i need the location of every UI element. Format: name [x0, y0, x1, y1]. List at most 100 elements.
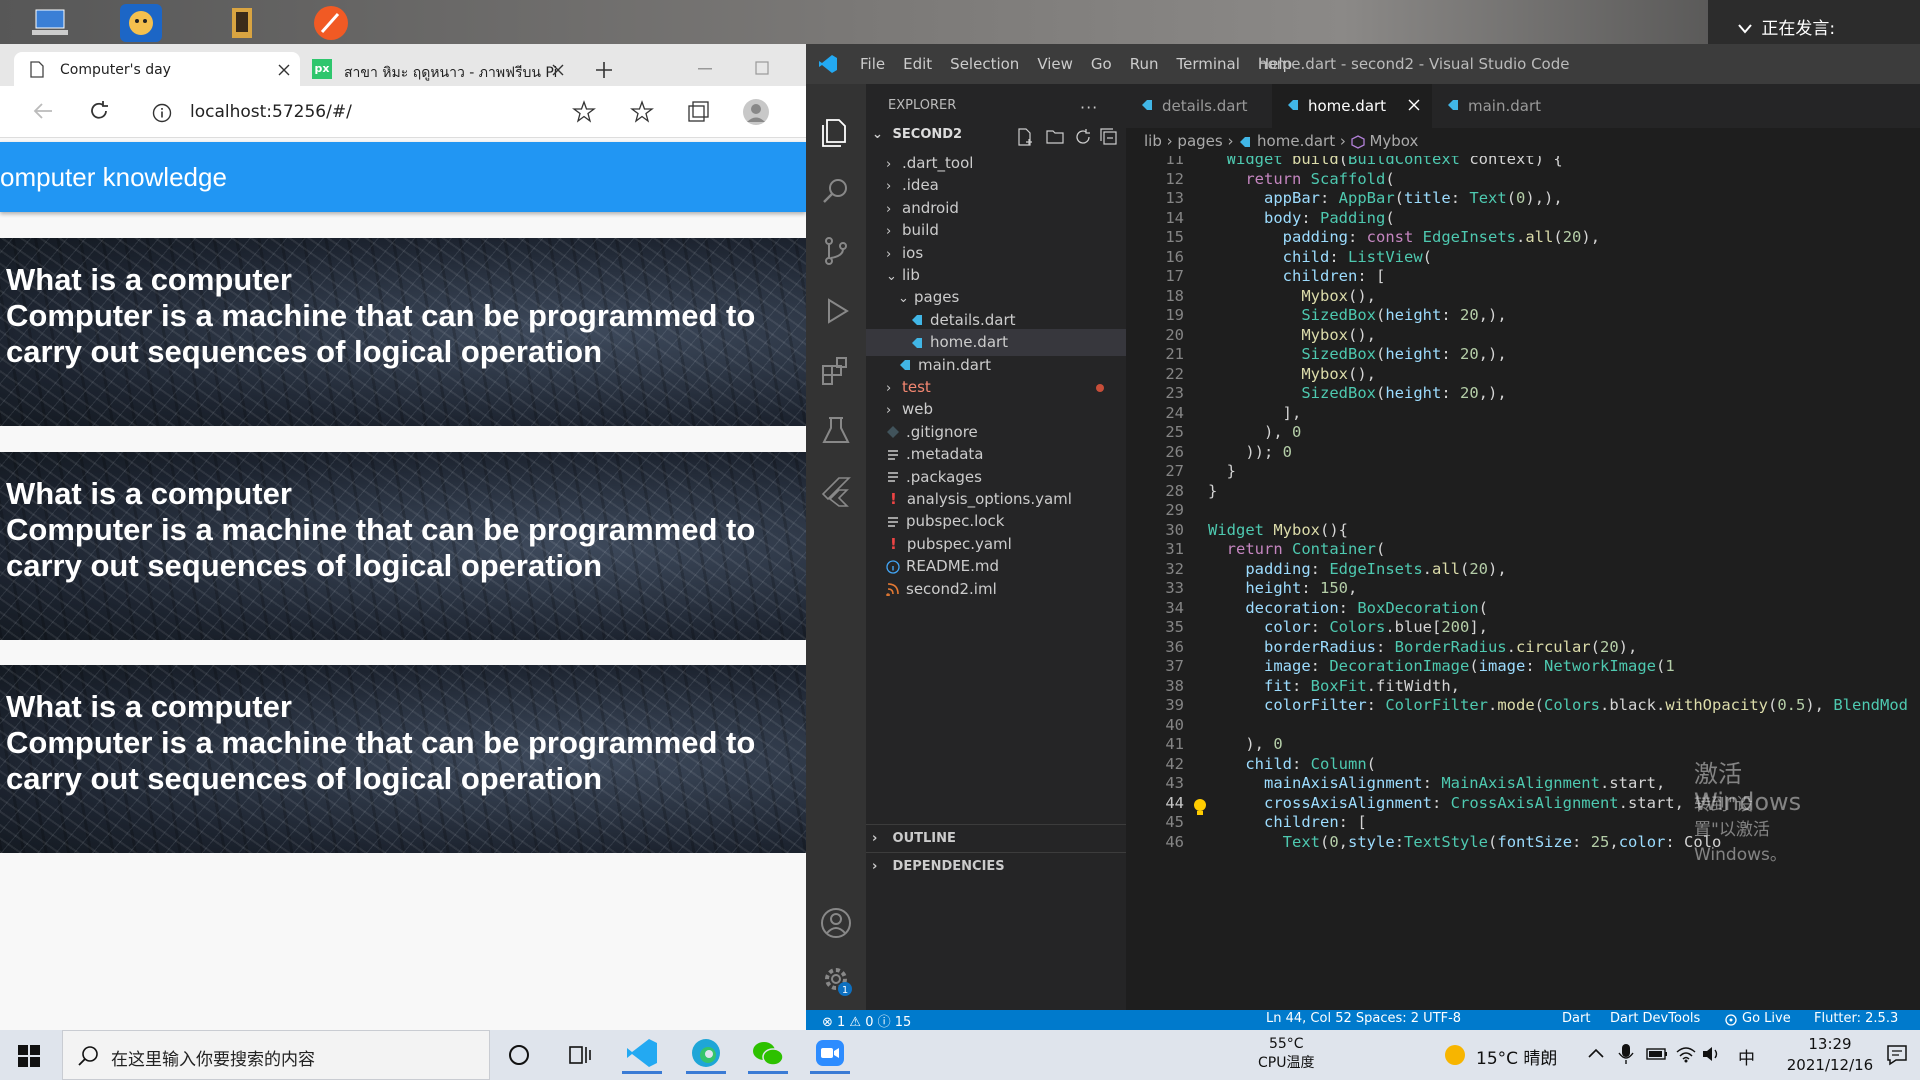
outline-section[interactable]: › OUTLINE — [866, 824, 1126, 851]
windows-start-icon[interactable] — [18, 1045, 40, 1067]
code-line[interactable]: children: [ — [1208, 267, 1386, 285]
browser-tab[interactable]: px สาขา หิมะ ฤดูหนาว - ภาพฟรีบน Pi — [304, 52, 576, 86]
code-line[interactable]: colorFilter: ColorFilter.mode(Colors.bla… — [1208, 696, 1908, 714]
go-live-button[interactable]: Go Live — [1742, 1011, 1791, 1026]
problems-indicator[interactable]: ⊗ 1 ⚠ 0 ⓘ 15 — [822, 1011, 911, 1030]
notification-center-icon[interactable] — [1886, 1044, 1908, 1066]
editor-tab[interactable]: details.dart — [1126, 84, 1272, 128]
code-line[interactable]: Mybox(), — [1208, 287, 1376, 305]
menu-item-run[interactable]: Run — [1130, 55, 1159, 73]
code-line[interactable]: Text(0,style:TextStyle(fontSize: 25,colo… — [1208, 833, 1722, 851]
menu-item-go[interactable]: Go — [1091, 55, 1112, 73]
menu-item-terminal[interactable]: Terminal — [1177, 55, 1240, 73]
chevron-up-icon[interactable] — [1588, 1048, 1604, 1058]
code-line[interactable]: children: [ — [1208, 813, 1367, 831]
refresh-explorer-icon[interactable] — [1074, 128, 1092, 146]
code-line[interactable]: crossAxisAlignment: CrossAxisAlignment.s… — [1208, 794, 1684, 812]
language-mode[interactable]: Dart — [1562, 1011, 1590, 1026]
menu-item-edit[interactable]: Edit — [903, 55, 932, 73]
task-view-icon[interactable] — [568, 1044, 592, 1066]
menu-item-selection[interactable]: Selection — [950, 55, 1019, 73]
volume-icon[interactable] — [1702, 1045, 1722, 1063]
browser-tab-active[interactable]: Computer's day — [14, 52, 300, 86]
add-favorite-icon[interactable] — [572, 100, 596, 124]
settings-gear-icon[interactable]: 1 — [819, 962, 853, 996]
minimize-icon[interactable] — [698, 68, 712, 70]
this-pc-icon[interactable] — [30, 4, 72, 42]
collections-icon[interactable] — [686, 100, 710, 124]
mascot-app-icon[interactable] — [120, 4, 162, 42]
code-line[interactable]: child: ListView( — [1208, 248, 1432, 266]
code-line[interactable]: mainAxisAlignment: MainAxisAlignment.sta… — [1208, 774, 1665, 792]
document-app-icon[interactable] — [220, 4, 262, 42]
refresh-icon[interactable] — [88, 100, 110, 122]
cpu-temperature[interactable]: 55°C CPU温度 — [1258, 1035, 1314, 1073]
breadcrumb-item[interactable]: pages — [1177, 132, 1222, 150]
code-line[interactable]: color: Colors.blue[200], — [1208, 618, 1488, 636]
close-icon[interactable] — [552, 64, 564, 76]
dart-devtools-button[interactable]: Dart DevTools — [1610, 1011, 1700, 1026]
info-icon[interactable] — [152, 103, 172, 123]
code-line[interactable]: Widget Mybox(){ — [1208, 521, 1348, 539]
code-line[interactable]: SizedBox(height: 20,), — [1208, 306, 1506, 324]
run-debug-icon[interactable] — [819, 294, 853, 328]
maximize-icon[interactable] — [755, 61, 769, 75]
new-folder-icon[interactable] — [1046, 128, 1064, 146]
breadcrumb-item[interactable]: lib — [1144, 132, 1162, 150]
code-line[interactable]: padding: EdgeInsets.all(20), — [1208, 560, 1506, 578]
menu-item-view[interactable]: View — [1037, 55, 1073, 73]
paint-app-icon[interactable] — [310, 4, 352, 42]
flutter-icon[interactable] — [819, 474, 853, 508]
extensions-icon[interactable] — [819, 354, 853, 388]
code-editor[interactable]: 11 Widget build(BuildContext context) {1… — [1126, 156, 1920, 1010]
battery-icon[interactable] — [1646, 1047, 1668, 1061]
new-tab-icon[interactable] — [594, 60, 614, 80]
search-icon[interactable] — [819, 174, 853, 208]
code-line[interactable]: Mybox(), — [1208, 326, 1376, 344]
weather-text[interactable]: 15°C 晴朗 — [1476, 1044, 1557, 1069]
close-icon[interactable] — [278, 64, 290, 76]
lightbulb-icon[interactable] — [1192, 798, 1208, 816]
code-line[interactable]: return Container( — [1208, 540, 1386, 558]
code-line[interactable]: ), 0 — [1208, 423, 1301, 441]
code-line[interactable]: } — [1208, 482, 1217, 500]
editor-tab-active[interactable]: home.dart — [1272, 84, 1432, 128]
taskbar-search-box[interactable]: 在这里输入你要搜索的内容 — [62, 1030, 490, 1080]
code-line[interactable]: ], — [1208, 404, 1302, 422]
code-line[interactable]: )); 0 — [1208, 443, 1292, 461]
code-line[interactable]: fit: BoxFit.fitWidth, — [1208, 677, 1460, 695]
code-line[interactable]: SizedBox(height: 20,), — [1208, 384, 1506, 402]
breadcrumb-item[interactable]: Mybox — [1369, 132, 1418, 150]
code-line[interactable]: padding: const EdgeInsets.all(20), — [1208, 228, 1600, 246]
edge-taskbar-icon[interactable] — [686, 1036, 726, 1074]
source-control-icon[interactable] — [819, 234, 853, 268]
wifi-icon[interactable] — [1676, 1045, 1696, 1063]
collapse-all-icon[interactable] — [1100, 128, 1118, 146]
menu-item-file[interactable]: File — [860, 55, 885, 73]
favorites-icon[interactable] — [630, 100, 654, 124]
editor-tab[interactable]: main.dart — [1432, 84, 1562, 128]
back-icon[interactable] — [32, 101, 54, 121]
input-method-indicator[interactable]: 中 — [1738, 1044, 1755, 1069]
url-field[interactable]: localhost:57256/#/ — [140, 94, 600, 130]
tree-item[interactable]: second2.iml — [866, 576, 1126, 603]
zoom-taskbar-icon[interactable] — [810, 1036, 850, 1074]
code-line[interactable]: child: Column( — [1208, 755, 1376, 773]
cursor-position[interactable]: Ln 44, Col 52 Spaces: 2 UTF-8 — [1266, 1011, 1461, 1026]
cortana-icon[interactable] — [508, 1044, 530, 1066]
clock[interactable]: 13:29 2021/12/16 — [1780, 1034, 1880, 1076]
code-line[interactable]: height: 150, — [1208, 579, 1357, 597]
code-line[interactable]: body: Padding( — [1208, 209, 1395, 227]
dependencies-section[interactable]: › DEPENDENCIES — [866, 852, 1126, 879]
new-file-icon[interactable] — [1016, 128, 1034, 146]
code-line[interactable]: Widget build(BuildContext context) { — [1208, 156, 1563, 168]
code-line[interactable]: SizedBox(height: 20,), — [1208, 345, 1506, 363]
code-line[interactable]: ), 0 — [1208, 735, 1282, 753]
breadcrumb-item[interactable]: home.dart — [1257, 132, 1335, 150]
code-line[interactable]: } — [1208, 462, 1236, 480]
code-line[interactable]: decoration: BoxDecoration( — [1208, 599, 1488, 617]
close-icon[interactable] — [1408, 99, 1420, 111]
microphone-icon[interactable] — [1618, 1043, 1634, 1065]
flutter-version[interactable]: Flutter: 2.5.3 — [1814, 1011, 1898, 1026]
explorer-icon[interactable] — [819, 116, 853, 150]
